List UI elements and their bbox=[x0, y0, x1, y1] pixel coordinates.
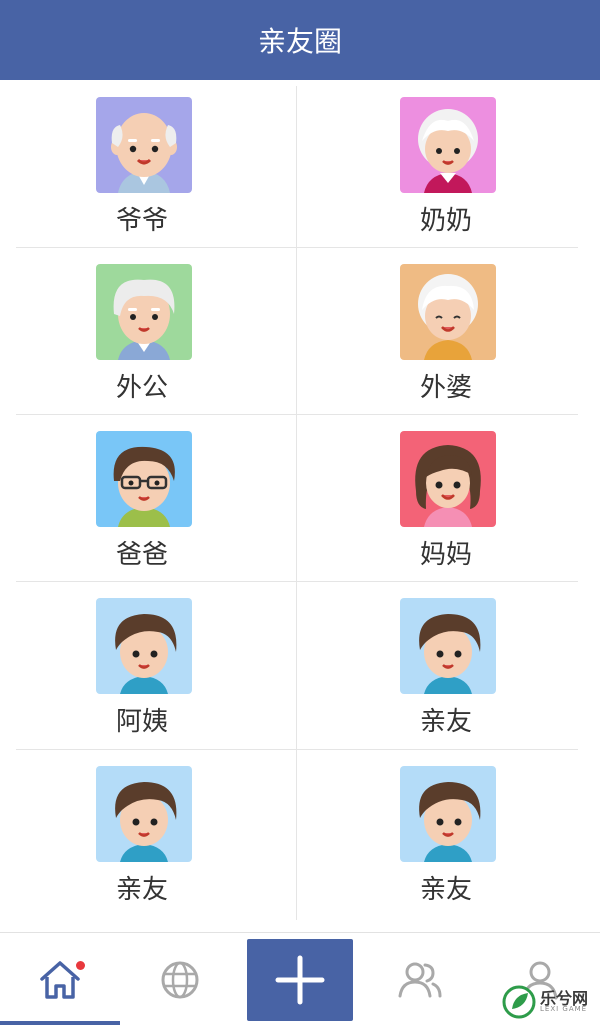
contact-label: 爷爷 bbox=[115, 206, 168, 236]
relative-avatar bbox=[400, 598, 496, 694]
contact-label: 妈妈 bbox=[419, 540, 472, 570]
relative-avatar bbox=[400, 766, 496, 862]
grid-divider-vertical bbox=[296, 86, 297, 920]
contact-label: 阿姨 bbox=[115, 707, 168, 737]
contact-label: 亲友 bbox=[419, 875, 472, 905]
contact-maternal-grandpa[interactable]: 外公 bbox=[0, 247, 296, 414]
grandpa-avatar bbox=[96, 97, 192, 193]
plus-icon bbox=[275, 955, 325, 1005]
contact-relative[interactable]: 亲友 bbox=[0, 749, 296, 916]
contact-label: 奶奶 bbox=[419, 206, 472, 236]
contact-maternal-grandma[interactable]: 外婆 bbox=[300, 247, 596, 414]
people-icon bbox=[398, 962, 442, 997]
maternal-grandpa-avatar bbox=[96, 264, 192, 360]
contact-label: 亲友 bbox=[419, 707, 472, 737]
tab-discover[interactable] bbox=[120, 933, 240, 1026]
add-button[interactable] bbox=[247, 939, 353, 1021]
contact-grandpa[interactable]: 爷爷 bbox=[0, 80, 296, 247]
contact-mom[interactable]: 妈妈 bbox=[300, 414, 596, 581]
tab-contacts[interactable] bbox=[360, 933, 480, 1026]
watermark-subtext: LEXI GAME bbox=[540, 1005, 588, 1013]
aunt-avatar bbox=[96, 598, 192, 694]
notification-dot bbox=[76, 961, 85, 970]
top-app-bar: 亲友圈 bbox=[0, 0, 600, 80]
mom-avatar bbox=[400, 431, 496, 527]
active-tab-indicator bbox=[0, 1021, 120, 1025]
relative-avatar bbox=[96, 766, 192, 862]
contact-relative[interactable]: 亲友 bbox=[300, 749, 596, 916]
contact-label: 外婆 bbox=[419, 373, 472, 403]
contact-dad[interactable]: 爸爸 bbox=[0, 414, 296, 581]
dad-avatar bbox=[96, 431, 192, 527]
maternal-grandma-avatar bbox=[400, 264, 496, 360]
contact-label: 爸爸 bbox=[115, 540, 168, 570]
contacts-grid: 爷爷 奶奶 外公 外婆 爸爸 妈妈 阿姨 亲友 亲友 亲友 bbox=[0, 80, 600, 930]
grandma-avatar bbox=[400, 97, 496, 193]
watermark: 乐兮网 LEXI GAME bbox=[502, 983, 598, 1023]
contact-label: 外公 bbox=[115, 373, 168, 403]
leaf-logo-icon bbox=[502, 985, 536, 1019]
contact-relative[interactable]: 亲友 bbox=[300, 581, 596, 748]
contact-grandma[interactable]: 奶奶 bbox=[300, 80, 596, 247]
page-title: 亲友圈 bbox=[257, 25, 342, 58]
contact-aunt[interactable]: 阿姨 bbox=[0, 581, 296, 748]
contact-label: 亲友 bbox=[115, 875, 168, 905]
tab-home[interactable] bbox=[0, 933, 120, 1026]
globe-icon bbox=[161, 961, 199, 998]
